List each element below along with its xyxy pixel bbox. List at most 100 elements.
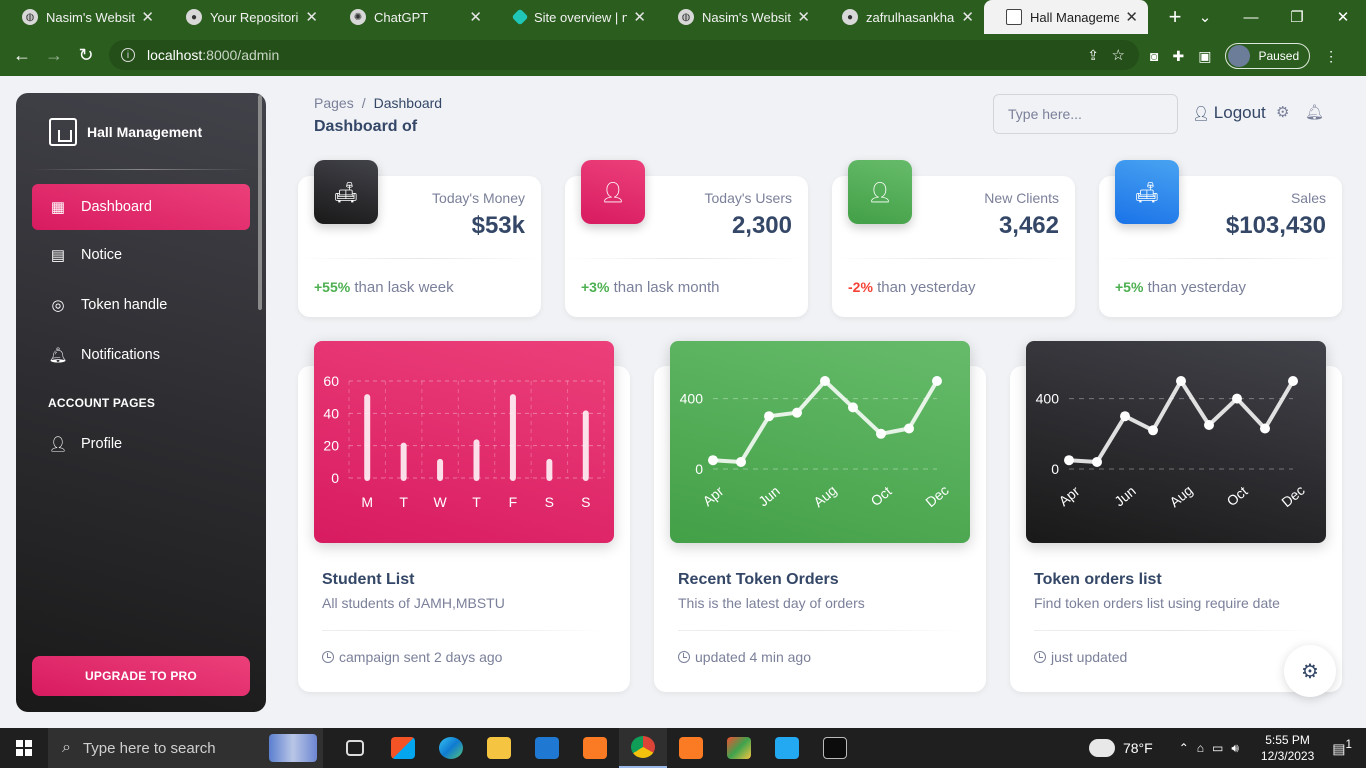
weather-widget[interactable]: 78°F — [1088, 739, 1153, 757]
avatar — [1228, 45, 1251, 67]
close-tab-icon[interactable]: ✕ — [1125, 8, 1138, 26]
url-bar[interactable]: i localhost:8000/admin ⇪ ☆ — [109, 40, 1139, 70]
search-input[interactable] — [993, 94, 1178, 134]
taskbar-apps — [331, 728, 859, 768]
data-point — [708, 455, 718, 466]
minimize-button[interactable]: — — [1228, 9, 1274, 26]
back-button[interactable]: ← — [6, 45, 38, 66]
bookmark-star-icon[interactable]: ☆ — [1112, 46, 1125, 64]
clock[interactable]: 5:55 PM 12/3/2023 — [1261, 732, 1314, 764]
card-title: Student List — [322, 571, 415, 588]
upgrade-button[interactable]: UPGRADE TO PRO — [32, 656, 250, 696]
bar-chart-svg: 0 20 40 60 M T W T F S S — [323, 373, 605, 510]
close-tab-icon[interactable]: ✕ — [141, 8, 154, 26]
search-icon: ⌕ — [62, 739, 71, 756]
line-chart: 0 400 Apr Jun Aug Oct Dec — [1026, 341, 1326, 543]
weekend-icon: 🛋︎ — [1115, 160, 1179, 224]
sidebar-item-notifications[interactable]: 🔔︎ Notifications — [32, 332, 250, 378]
file-explorer-icon[interactable] — [475, 728, 523, 768]
x-tick-label: Oct — [1224, 483, 1251, 509]
divider — [32, 169, 250, 170]
task-view-icon[interactable] — [331, 728, 379, 768]
y-tick-label: 400 — [1036, 391, 1060, 407]
reload-button[interactable]: ↻ — [70, 45, 102, 66]
close-tab-icon[interactable]: ✕ — [469, 8, 482, 26]
data-point — [1120, 411, 1130, 422]
edge-icon[interactable] — [427, 728, 475, 768]
globe-icon: ◍ — [678, 9, 694, 25]
close-tab-icon[interactable]: ✕ — [797, 8, 810, 26]
xampp-icon[interactable] — [667, 728, 715, 768]
y-tick-label: 60 — [323, 373, 339, 389]
sidepanel-icon[interactable]: ▣ — [1198, 48, 1211, 65]
sidebar-scrollbar[interactable] — [258, 95, 262, 310]
x-tick-label: Aug — [810, 482, 839, 510]
taskbar-search[interactable]: ⌕ Type here to search — [48, 728, 323, 768]
github-icon: ● — [842, 9, 858, 25]
close-tab-icon[interactable]: ✕ — [961, 8, 974, 26]
sidebar-item-dashboard[interactable]: ▦ Dashboard — [32, 184, 250, 230]
chart-card: 0 20 40 60 M T W T F S S Student List All students… — [298, 341, 630, 692]
xampp-icon[interactable] — [571, 728, 619, 768]
line-chart-svg: 0 400 Apr Jun Aug Oct Dec — [680, 376, 952, 510]
bell-icon: 🔔︎ — [48, 347, 68, 364]
x-tick-label: M — [361, 494, 373, 510]
search-highlight-image — [269, 734, 317, 762]
stat-label: Today's Money — [432, 190, 525, 206]
store-icon[interactable] — [379, 728, 427, 768]
configurator-settings-button[interactable]: ⚙ — [1284, 645, 1336, 697]
tray-icons[interactable]: ⌃⌂▭🔊︎ — [1179, 741, 1247, 756]
restore-button[interactable]: ❐ — [1274, 8, 1320, 26]
sidebar-item-token-handle[interactable]: ◎ Token handle — [32, 282, 250, 328]
sidebar-item-profile[interactable]: 👤︎ Profile — [32, 421, 250, 467]
browser-tab[interactable]: ◍ Nasim's Website ✕ — [0, 0, 164, 34]
chrome-icon[interactable] — [619, 728, 667, 768]
menu-icon[interactable]: ⋮ — [1324, 48, 1338, 65]
settings-icon[interactable]: ⚙ — [1276, 103, 1289, 121]
brand[interactable]: Hall Management — [49, 118, 202, 146]
x-tick-label: S — [545, 494, 554, 510]
breadcrumb-pages[interactable]: Pages — [314, 95, 354, 111]
github-icon: ● — [186, 9, 202, 25]
data-point — [820, 376, 830, 386]
url-host: localhost — [147, 47, 203, 63]
windows-start-icon[interactable] — [0, 728, 48, 768]
extensions-icon[interactable]: ✚ — [1172, 48, 1184, 65]
sourcetree-icon[interactable] — [715, 728, 763, 768]
close-tab-icon[interactable]: ✕ — [305, 8, 318, 26]
browser-tab[interactable]: ◍ Nasim's Website ✕ — [656, 0, 820, 34]
close-window-button[interactable]: ✕ — [1320, 8, 1366, 26]
series-line — [712, 379, 939, 464]
tab-search-icon[interactable]: ⌄ — [1182, 8, 1228, 26]
receipt-icon: ▤ — [50, 247, 66, 264]
bell-icon[interactable]: 🔔︎ — [1305, 103, 1324, 121]
url-path: :8000/admin — [202, 47, 280, 63]
data-point — [1148, 425, 1158, 436]
logout-button[interactable]: 👤︎ Logout — [1192, 103, 1266, 123]
stat-card: 🛋︎ Today's Money $53k +55% than lask wee… — [298, 160, 541, 317]
terminal-icon[interactable] — [811, 728, 859, 768]
browser-tab[interactable]: Site overview | n ✕ — [492, 0, 656, 34]
forward-button[interactable]: → — [38, 45, 70, 66]
close-tab-icon[interactable]: ✕ — [633, 8, 646, 26]
stat-card: 👤︎ Today's Users 2,300 +3% than lask mon… — [565, 160, 808, 317]
account-pages-heading: ACCOUNT PAGES — [48, 396, 156, 410]
sidebar-item-notice[interactable]: ▤ Notice — [32, 232, 250, 278]
chart-card: 0 400 Apr Jun Aug Oct Dec Token orders list Fi… — [1010, 341, 1342, 692]
brand-name: Hall Management — [87, 124, 203, 140]
browser-tab-active[interactable]: Hall Management✕ — [984, 0, 1148, 34]
browser-tab[interactable]: ●Your Repositories✕ — [164, 0, 328, 34]
data-point — [904, 423, 914, 434]
camera-icon[interactable]: ◙ — [1150, 48, 1158, 64]
mail-icon[interactable] — [523, 728, 571, 768]
data-point — [1064, 455, 1074, 466]
vscode-icon[interactable] — [763, 728, 811, 768]
browser-tab[interactable]: ✺ ChatGPT ✕ — [328, 0, 492, 34]
site-info-icon[interactable]: i — [121, 48, 135, 62]
share-icon[interactable]: ⇪ — [1087, 47, 1099, 64]
data-point — [1176, 376, 1186, 386]
person-icon: 👤︎ — [848, 160, 912, 224]
profile-button[interactable]: Paused — [1225, 43, 1311, 69]
notification-center-icon[interactable]: ▤1 — [1332, 738, 1352, 758]
browser-tab[interactable]: ● zafrulhasankhan ✕ — [820, 0, 984, 34]
